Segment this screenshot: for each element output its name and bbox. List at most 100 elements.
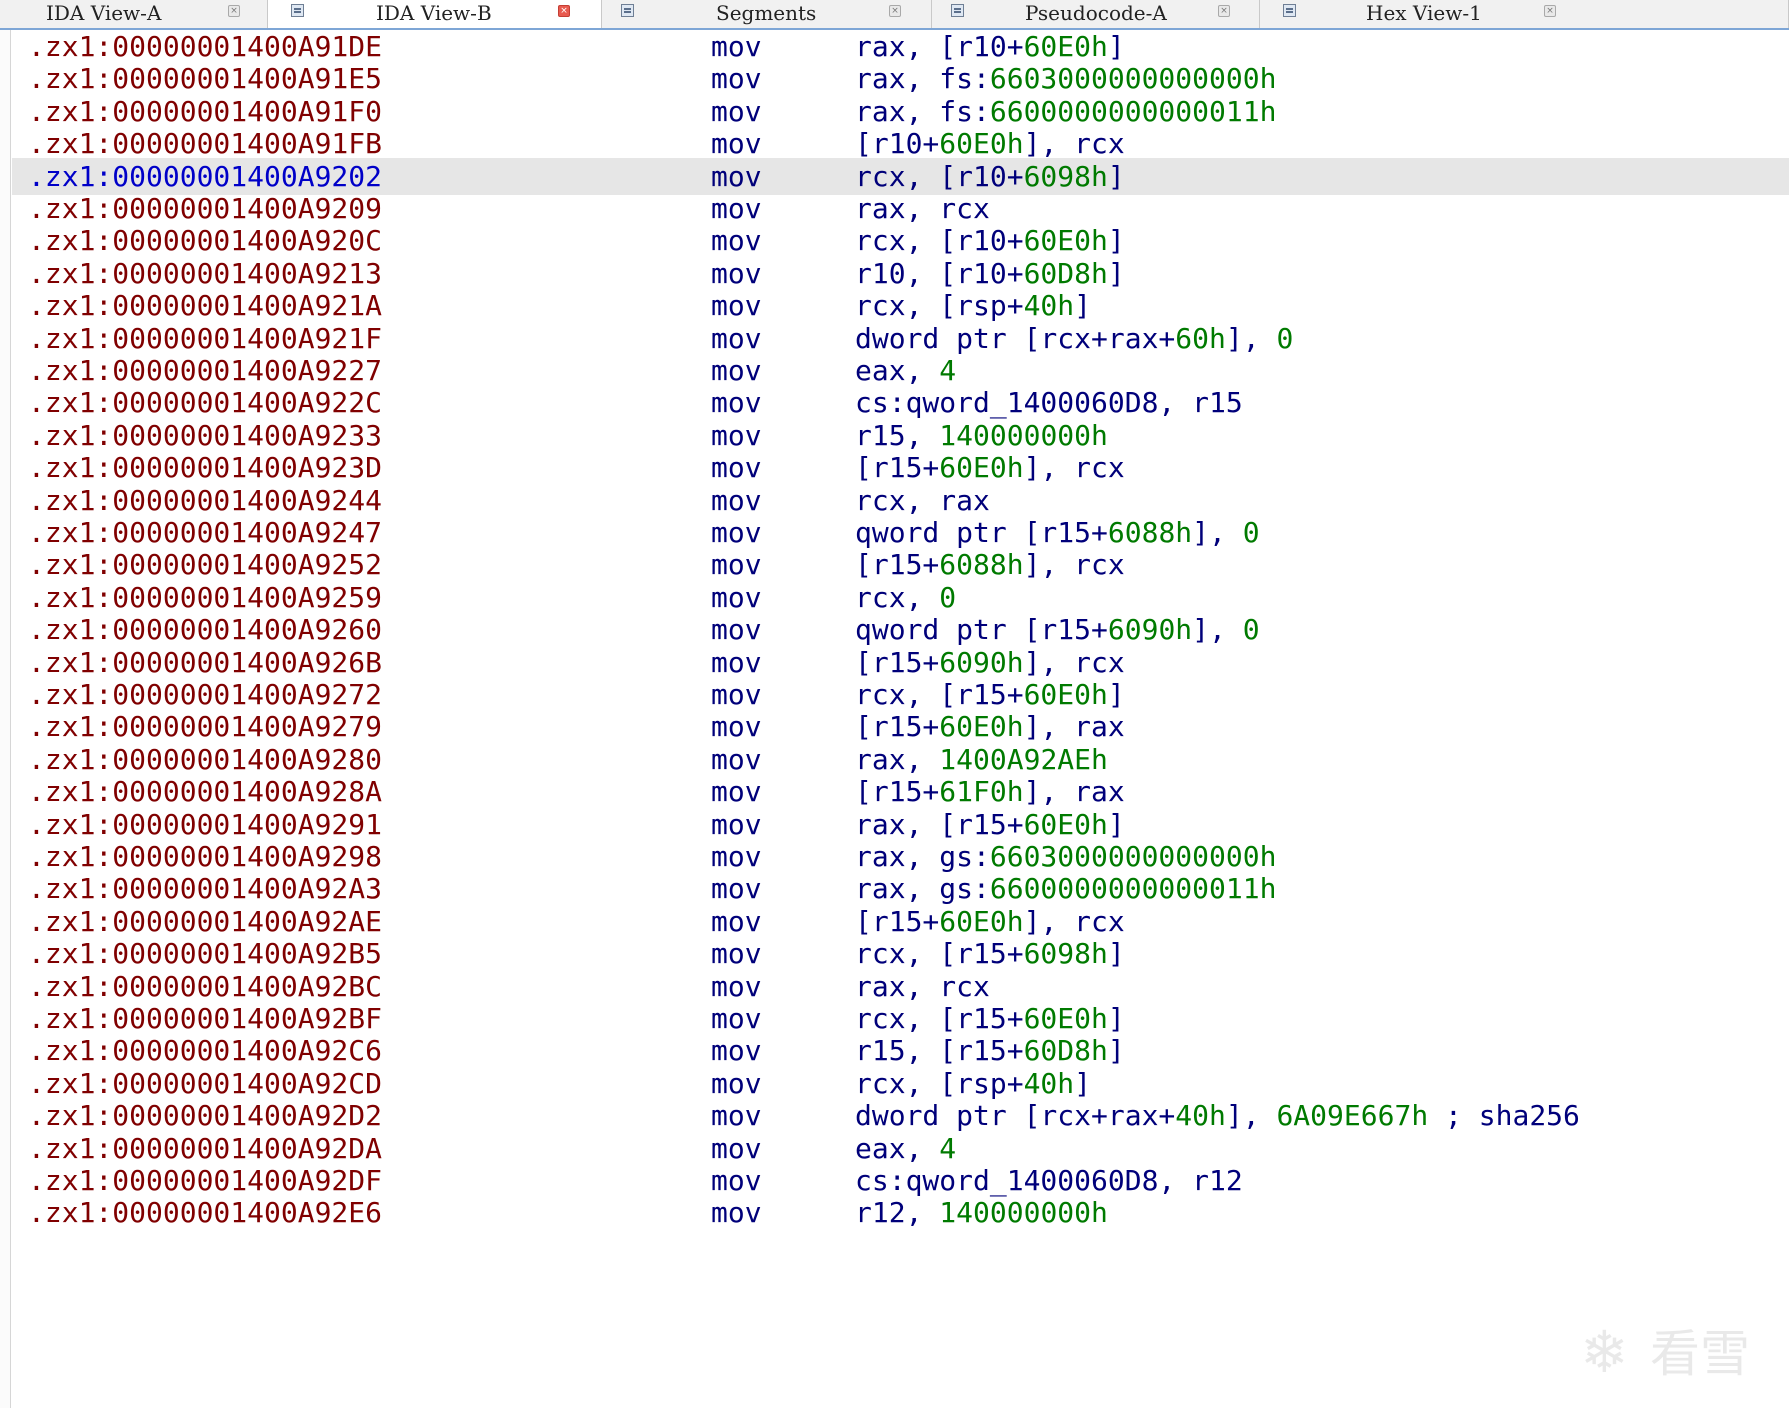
operand-text: ], rcx <box>1023 127 1125 161</box>
operand-immediate: 61F0h <box>939 775 1024 809</box>
operand-text: ], rax <box>1023 710 1125 744</box>
operand-immediate: 60D8h <box>1023 256 1108 290</box>
operand-text: [r15+ <box>855 710 940 744</box>
operand-text: ] <box>1107 678 1125 711</box>
operand-text: rcx, [r15+ <box>855 678 1024 711</box>
operand-text: ], <box>1225 1099 1277 1133</box>
close-icon[interactable]: × <box>228 5 240 17</box>
operand-immediate: 60E0h <box>939 710 1024 744</box>
operand-immediate: 60E0h <box>1023 30 1108 63</box>
operand-text: rcx, [r15+ <box>855 1002 1024 1035</box>
hex-view-icon <box>1283 4 1296 17</box>
operand-text: ] <box>1074 1066 1092 1100</box>
operand-immediate: 60E0h <box>1023 1002 1108 1035</box>
instruction-address[interactable]: .zx1:00000001400A92E6 <box>28 1194 382 1231</box>
operand-immediate: 6088h <box>1107 516 1193 549</box>
operand-text: rax, gs: <box>855 840 990 873</box>
operand-text: ], rcx <box>1023 645 1125 679</box>
operand-text: rcx, [rsp+ <box>855 289 1024 323</box>
operand-text: qword ptr [r15+ <box>855 516 1108 549</box>
operand-text: rcx, [r10+ <box>855 224 1024 258</box>
operand-text: ] <box>1107 1002 1125 1035</box>
close-icon[interactable]: × <box>1218 5 1230 17</box>
operand-immediate: 60E0h <box>1023 807 1108 841</box>
tab-bar: IDA View-A × IDA View-B × Segments × Pse… <box>0 0 1789 30</box>
operand-text: ], rcx <box>1023 548 1125 582</box>
operand-immediate: 60E0h <box>1023 678 1108 711</box>
operand-text: ] <box>1074 289 1092 323</box>
operand-text: rax, fs: <box>855 62 990 96</box>
close-icon[interactable]: × <box>889 5 901 17</box>
operand-text: cs:qword_1400060D8, r12 <box>855 1164 1243 1197</box>
watermark: ❄ 看雪 <box>1580 1318 1770 1388</box>
tab-label: IDA View-B <box>376 1 492 25</box>
operand-text: r15, [r15+ <box>855 1034 1024 1068</box>
tab-label: Pseudocode-A <box>1025 1 1167 25</box>
operand-immediate: 0 <box>1242 516 1260 549</box>
listing-row[interactable]: .zx1:00000001400A92E6 mov r12, 140000000h <box>12 1194 1789 1231</box>
operand-immediate: 0 <box>1242 613 1260 647</box>
operand-immediate: 6090h <box>939 645 1024 679</box>
operand-text: ], <box>1192 516 1243 549</box>
operand-text: ], rax <box>1023 775 1125 809</box>
operand-text: ] <box>1107 807 1125 841</box>
operand-text: rcx, <box>855 580 940 614</box>
tab-pseudocode-a[interactable]: Pseudocode-A × <box>932 0 1260 28</box>
operand-text: [r15+ <box>855 904 940 938</box>
operand-text: qword ptr [r15+ <box>855 613 1108 647</box>
operand-text: eax, <box>855 354 940 387</box>
operand-immediate: 6600000000000011h <box>989 872 1277 906</box>
operand-immediate: 40h <box>1023 289 1075 323</box>
operand-immediate: 60E0h <box>939 904 1024 938</box>
tab-ida-view-b[interactable]: IDA View-B × <box>268 0 602 28</box>
operand-text: [r15+ <box>855 548 940 582</box>
operand-immediate: 0 <box>1276 321 1294 355</box>
operand-immediate: 60E0h <box>939 127 1024 161</box>
watermark-text: 看雪 <box>1650 1325 1750 1383</box>
tab-ida-view-a[interactable]: IDA View-A × <box>0 0 268 28</box>
operand-text: rcx, [rsp+ <box>855 1066 1024 1100</box>
operand-text: eax, <box>855 1131 940 1165</box>
operand-text: ] <box>1107 30 1125 63</box>
operand-text: ], <box>1225 321 1277 355</box>
operand-text: rcx, [r10+ <box>855 159 1024 193</box>
tab-hex-view-1[interactable]: Hex View-1 × <box>1260 0 1789 28</box>
instruction-operands[interactable]: r12, 140000000h <box>855 1194 1108 1231</box>
instruction-mnemonic[interactable]: mov <box>711 1194 762 1231</box>
operand-text: ] <box>1107 1034 1125 1068</box>
operand-text: r10, [r10+ <box>855 256 1024 290</box>
operand-text: [r10+ <box>855 127 940 161</box>
operand-text: ], <box>1192 613 1243 647</box>
tab-label: IDA View-A <box>46 1 162 25</box>
pseudocode-icon <box>951 4 964 17</box>
operand-text: rcx, [r15+ <box>855 937 1024 971</box>
disassembly-listing[interactable]: .zx1:00000001400A91DE mov rax, [r10+60E0h]… <box>0 30 1789 1408</box>
close-icon[interactable]: × <box>1544 5 1556 17</box>
operand-text: ], rcx <box>1023 904 1125 938</box>
operand-text: r15, <box>855 418 940 452</box>
operand-text: ], rcx <box>1023 451 1125 485</box>
operand-text: ] <box>1107 937 1125 971</box>
operand-immediate: 6098h <box>1023 159 1108 193</box>
tab-segments[interactable]: Segments × <box>602 0 932 28</box>
operand-text: dword ptr [rcx+rax+ <box>855 321 1176 355</box>
operand-immediate: 140000000h <box>939 418 1108 452</box>
operand-text: rax, [r10+ <box>855 30 1024 63</box>
operand-immediate: 1400A92AEh <box>939 742 1108 776</box>
operand-immediate: 60E0h <box>1023 224 1108 258</box>
operand-immediate: 6600000000000011h <box>989 94 1277 128</box>
operand-text: ] <box>1107 256 1125 290</box>
operand-text: ] <box>1107 159 1125 193</box>
operand-immediate: 6603000000000000h <box>989 840 1277 873</box>
operand-immediate: 4 <box>939 1131 957 1165</box>
operand-text: ] <box>1107 224 1125 258</box>
listing-gutter <box>0 30 11 1408</box>
close-icon[interactable]: × <box>558 5 570 17</box>
tab-label: Segments <box>716 1 817 25</box>
operand-immediate: 60h <box>1175 321 1226 355</box>
operand-text: [r15+ <box>855 645 940 679</box>
operand-immediate: 60D8h <box>1023 1034 1108 1068</box>
operand-text: rax, rcx <box>855 969 990 1003</box>
operand-immediate: 40h <box>1175 1099 1226 1133</box>
operand-immediate: 6603000000000000h <box>989 62 1277 96</box>
